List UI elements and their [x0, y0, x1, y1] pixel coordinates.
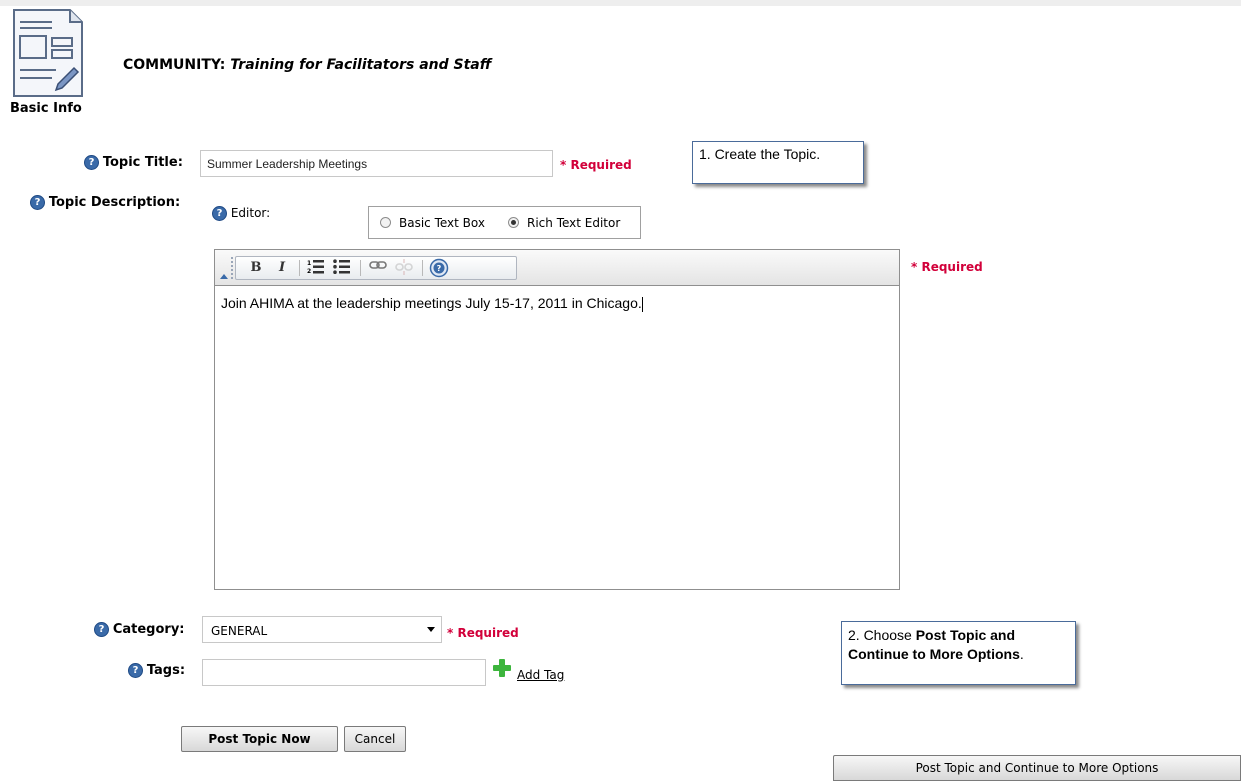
category-selected-value: GENERAL [211, 624, 268, 638]
help-icon[interactable]: ? [212, 206, 227, 221]
svg-text:1: 1 [307, 260, 311, 267]
category-label: ? Category: [94, 622, 185, 637]
description-text: Join AHIMA at the leadership meetings Ju… [221, 295, 642, 311]
post-topic-now-button[interactable]: Post Topic Now [181, 726, 338, 752]
topic-title-label: ? Topic Title: [84, 155, 183, 170]
tags-label-text: Tags: [146, 663, 186, 678]
toolbar-separator [360, 260, 361, 276]
unordered-list-icon[interactable] [332, 259, 352, 277]
tags-input[interactable] [202, 659, 486, 686]
description-required: * Required [911, 260, 983, 274]
unlink-icon[interactable] [394, 259, 414, 277]
callout-step-1-text: 1. Create the Topic. [699, 146, 821, 162]
topic-title-label-text: Topic Title: [102, 155, 183, 170]
description-editor[interactable]: Join AHIMA at the leadership meetings Ju… [214, 285, 900, 590]
svg-text:?: ? [437, 264, 442, 273]
community-heading: COMMUNITY: Training for Facilitators and… [123, 57, 491, 73]
ordered-list-icon[interactable]: 12 [306, 259, 326, 277]
toolbar-separator [299, 260, 300, 276]
italic-icon[interactable]: I [272, 259, 292, 277]
editor-mode-selector: Basic Text Box Rich Text Editor [368, 206, 641, 239]
tags-label: ? Tags: [128, 663, 185, 678]
callout-step-2-prefix: 2. Choose [848, 627, 916, 643]
category-required: * Required [447, 626, 519, 640]
toolbar-collapse-icon[interactable] [220, 274, 228, 279]
text-cursor [641, 296, 643, 312]
topic-title-required: * Required [560, 158, 632, 172]
top-strip [0, 0, 1241, 6]
link-icon[interactable] [368, 259, 388, 277]
callout-step-2-suffix: . [1019, 646, 1024, 662]
community-name: Training for Facilitators and Staff [230, 57, 492, 73]
basic-text-box-radio[interactable] [380, 217, 391, 228]
add-tag-link[interactable]: Add Tag [517, 668, 564, 682]
basic-text-box-label[interactable]: Basic Text Box [399, 216, 485, 230]
post-topic-and-continue-button[interactable]: Post Topic and Continue to More Options [833, 755, 1241, 781]
basic-info-label: Basic Info [10, 101, 82, 116]
editor-label: ? Editor: [212, 206, 270, 221]
topic-title-input[interactable] [200, 150, 553, 177]
svg-text:2: 2 [307, 268, 311, 275]
callout-step-2: 2. Choose Post Topic and Continue to Mor… [841, 621, 1076, 685]
editor-toolbar: B I 12 ? [214, 249, 900, 285]
help-icon[interactable]: ? [84, 155, 99, 170]
help-icon[interactable]: ? [128, 663, 143, 678]
rich-text-editor-radio[interactable] [508, 217, 519, 228]
editor-label-text: Editor: [230, 206, 271, 220]
topic-description-label: ? Topic Description: [30, 195, 180, 210]
topic-description-label-text: Topic Description: [48, 195, 181, 210]
help-icon[interactable]: ? [30, 195, 45, 210]
help-icon[interactable]: ? [94, 622, 109, 637]
category-label-text: Category: [112, 622, 185, 637]
cancel-button[interactable]: Cancel [344, 726, 406, 752]
rich-text-editor-label[interactable]: Rich Text Editor [527, 216, 620, 230]
toolbar-button-group: B I 12 ? [235, 256, 517, 280]
bold-icon[interactable]: B [246, 259, 266, 277]
chevron-down-icon [427, 627, 435, 632]
callout-step-1: 1. Create the Topic. [692, 141, 864, 184]
basic-info-icon [12, 8, 84, 100]
toolbar-separator [422, 260, 423, 276]
category-select[interactable]: GENERAL [202, 616, 442, 643]
community-prefix: COMMUNITY: [123, 57, 226, 73]
editor-help-icon[interactable]: ? [428, 258, 450, 278]
plus-icon[interactable] [492, 658, 512, 678]
